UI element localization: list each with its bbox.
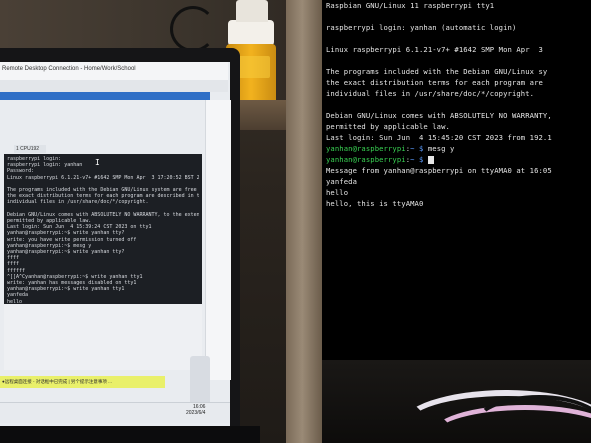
monitor-terminal-line: individual files in /usr/share/doc/*/cop… bbox=[326, 88, 591, 99]
monitor-terminal-line: Last login: Sun Jun 4 15:45:20 CST 2023 … bbox=[326, 132, 591, 143]
terminal-text-segment: permitted by applicable law. bbox=[326, 122, 450, 131]
terminal-text-segment: yanfeda bbox=[326, 177, 357, 186]
monitor-terminal-line: The programs included with the Debian GN… bbox=[326, 66, 591, 77]
window-toolbar bbox=[0, 80, 228, 92]
taskbar-clock: 16:06 2023/6/4 bbox=[186, 404, 205, 416]
wooden-pillar bbox=[286, 0, 322, 443]
monitor-terminal-line: hello, this is ttyAMA0 bbox=[326, 198, 591, 209]
terminal-text-segment: the exact distribution terms for each pr… bbox=[326, 78, 543, 87]
side-panel bbox=[205, 100, 231, 380]
monitor-terminal[interactable]: Raspbian GNU/Linux 11 raspberrypi tty1 r… bbox=[326, 0, 591, 230]
terminal-text-segment: The programs included with the Debian GN… bbox=[326, 67, 548, 76]
laptop-terminal[interactable]: raspberrypi login: raspberrypi login: yan… bbox=[4, 154, 202, 329]
monitor-terminal-line bbox=[326, 55, 591, 66]
terminal-text-segment: Raspbian GNU/Linux 11 raspberrypi tty1 bbox=[326, 1, 495, 10]
terminal-text-segment: yanhan@raspberrypi bbox=[326, 155, 406, 164]
terminal-text-segment: individual files in /usr/share/doc/*/cop… bbox=[326, 89, 535, 98]
bottle-cap bbox=[236, 0, 268, 22]
terminal-text-segment: Debian GNU/Linux comes with ABSOLUTELY N… bbox=[326, 111, 552, 120]
terminal-text-segment: ~ $ bbox=[410, 144, 424, 153]
terminal-text-segment: hello bbox=[326, 188, 349, 197]
window-title: Remote Desktop Connection - Home/Work/Sc… bbox=[2, 66, 136, 72]
terminal-empty-area bbox=[4, 304, 202, 370]
terminal-text-segment: raspberrypi login: yanhan (automatic log… bbox=[326, 23, 517, 32]
terminal-text-segment: yanhan@raspberrypi bbox=[326, 144, 406, 153]
monitor-terminal-line bbox=[326, 99, 591, 110]
status-strip-text: ●远程桌面连接 - 对话框中已完成 | 另个提示注意事项 ... bbox=[2, 379, 112, 384]
terminal-text-segment: Message from yanhan@raspberrypi on ttyAM… bbox=[326, 166, 552, 175]
monitor-terminal-line: the exact distribution terms for each pr… bbox=[326, 77, 591, 88]
monitor-terminal-line: Linux raspberrypi 6.1.21-v7+ #1642 SMP M… bbox=[326, 44, 591, 55]
hanging-cable bbox=[170, 6, 216, 52]
monitor-terminal-line: raspberrypi login: yanhan (automatic log… bbox=[326, 22, 591, 33]
status-strip: ●远程桌面连接 - 对话框中已完成 | 另个提示注意事项 ... bbox=[0, 376, 165, 388]
mouse-cursor-icon: I bbox=[95, 158, 100, 167]
laptop-base bbox=[0, 426, 260, 443]
terminal-text-segment: Linux raspberrypi 6.1.21-v7+ #1642 SMP M… bbox=[326, 45, 543, 54]
monitor-terminal-line: Message from yanhan@raspberrypi on ttyAM… bbox=[326, 165, 591, 176]
monitor-terminal-line: permitted by applicable law. bbox=[326, 121, 591, 132]
terminal-text-segment: Last login: Sun Jun 4 15:45:20 CST 2023 … bbox=[326, 133, 552, 142]
laptop-terminal-line: Linux raspberrypi 6.1.21-v7+ #1642 SMP M… bbox=[7, 174, 199, 181]
monitor-terminal-line: Debian GNU/Linux comes with ABSOLUTELY N… bbox=[326, 110, 591, 121]
terminal-text-segment: mesg y bbox=[423, 144, 455, 153]
terminal-cursor-icon bbox=[427, 156, 434, 164]
bottle-neck bbox=[228, 20, 274, 46]
terminal-text-segment: hello, this is ttyAMA0 bbox=[326, 199, 424, 208]
scroll-control[interactable] bbox=[190, 356, 210, 406]
clock-date: 2023/6/4 bbox=[186, 410, 206, 416]
monitor-terminal-line: Raspbian GNU/Linux 11 raspberrypi tty1 bbox=[326, 0, 591, 11]
monitor-terminal-line: yanhan@raspberrypi:~ $ bbox=[326, 154, 591, 165]
photo-scene: Remote Desktop Connection - Home/Work/Sc… bbox=[0, 0, 591, 443]
monitor-terminal-line: yanhan@raspberrypi:~ $ mesg y bbox=[326, 143, 591, 154]
monitor-terminal-line: hello bbox=[326, 187, 591, 198]
window-header-bar bbox=[0, 92, 210, 100]
terminal-tab[interactable]: 1 CPU192 bbox=[14, 145, 46, 153]
terminal-text-segment: ~ $ bbox=[410, 155, 424, 164]
monitor-terminal-line bbox=[326, 33, 591, 44]
monitor-terminal-line bbox=[326, 11, 591, 22]
monitor-terminal-line: yanfeda bbox=[326, 176, 591, 187]
